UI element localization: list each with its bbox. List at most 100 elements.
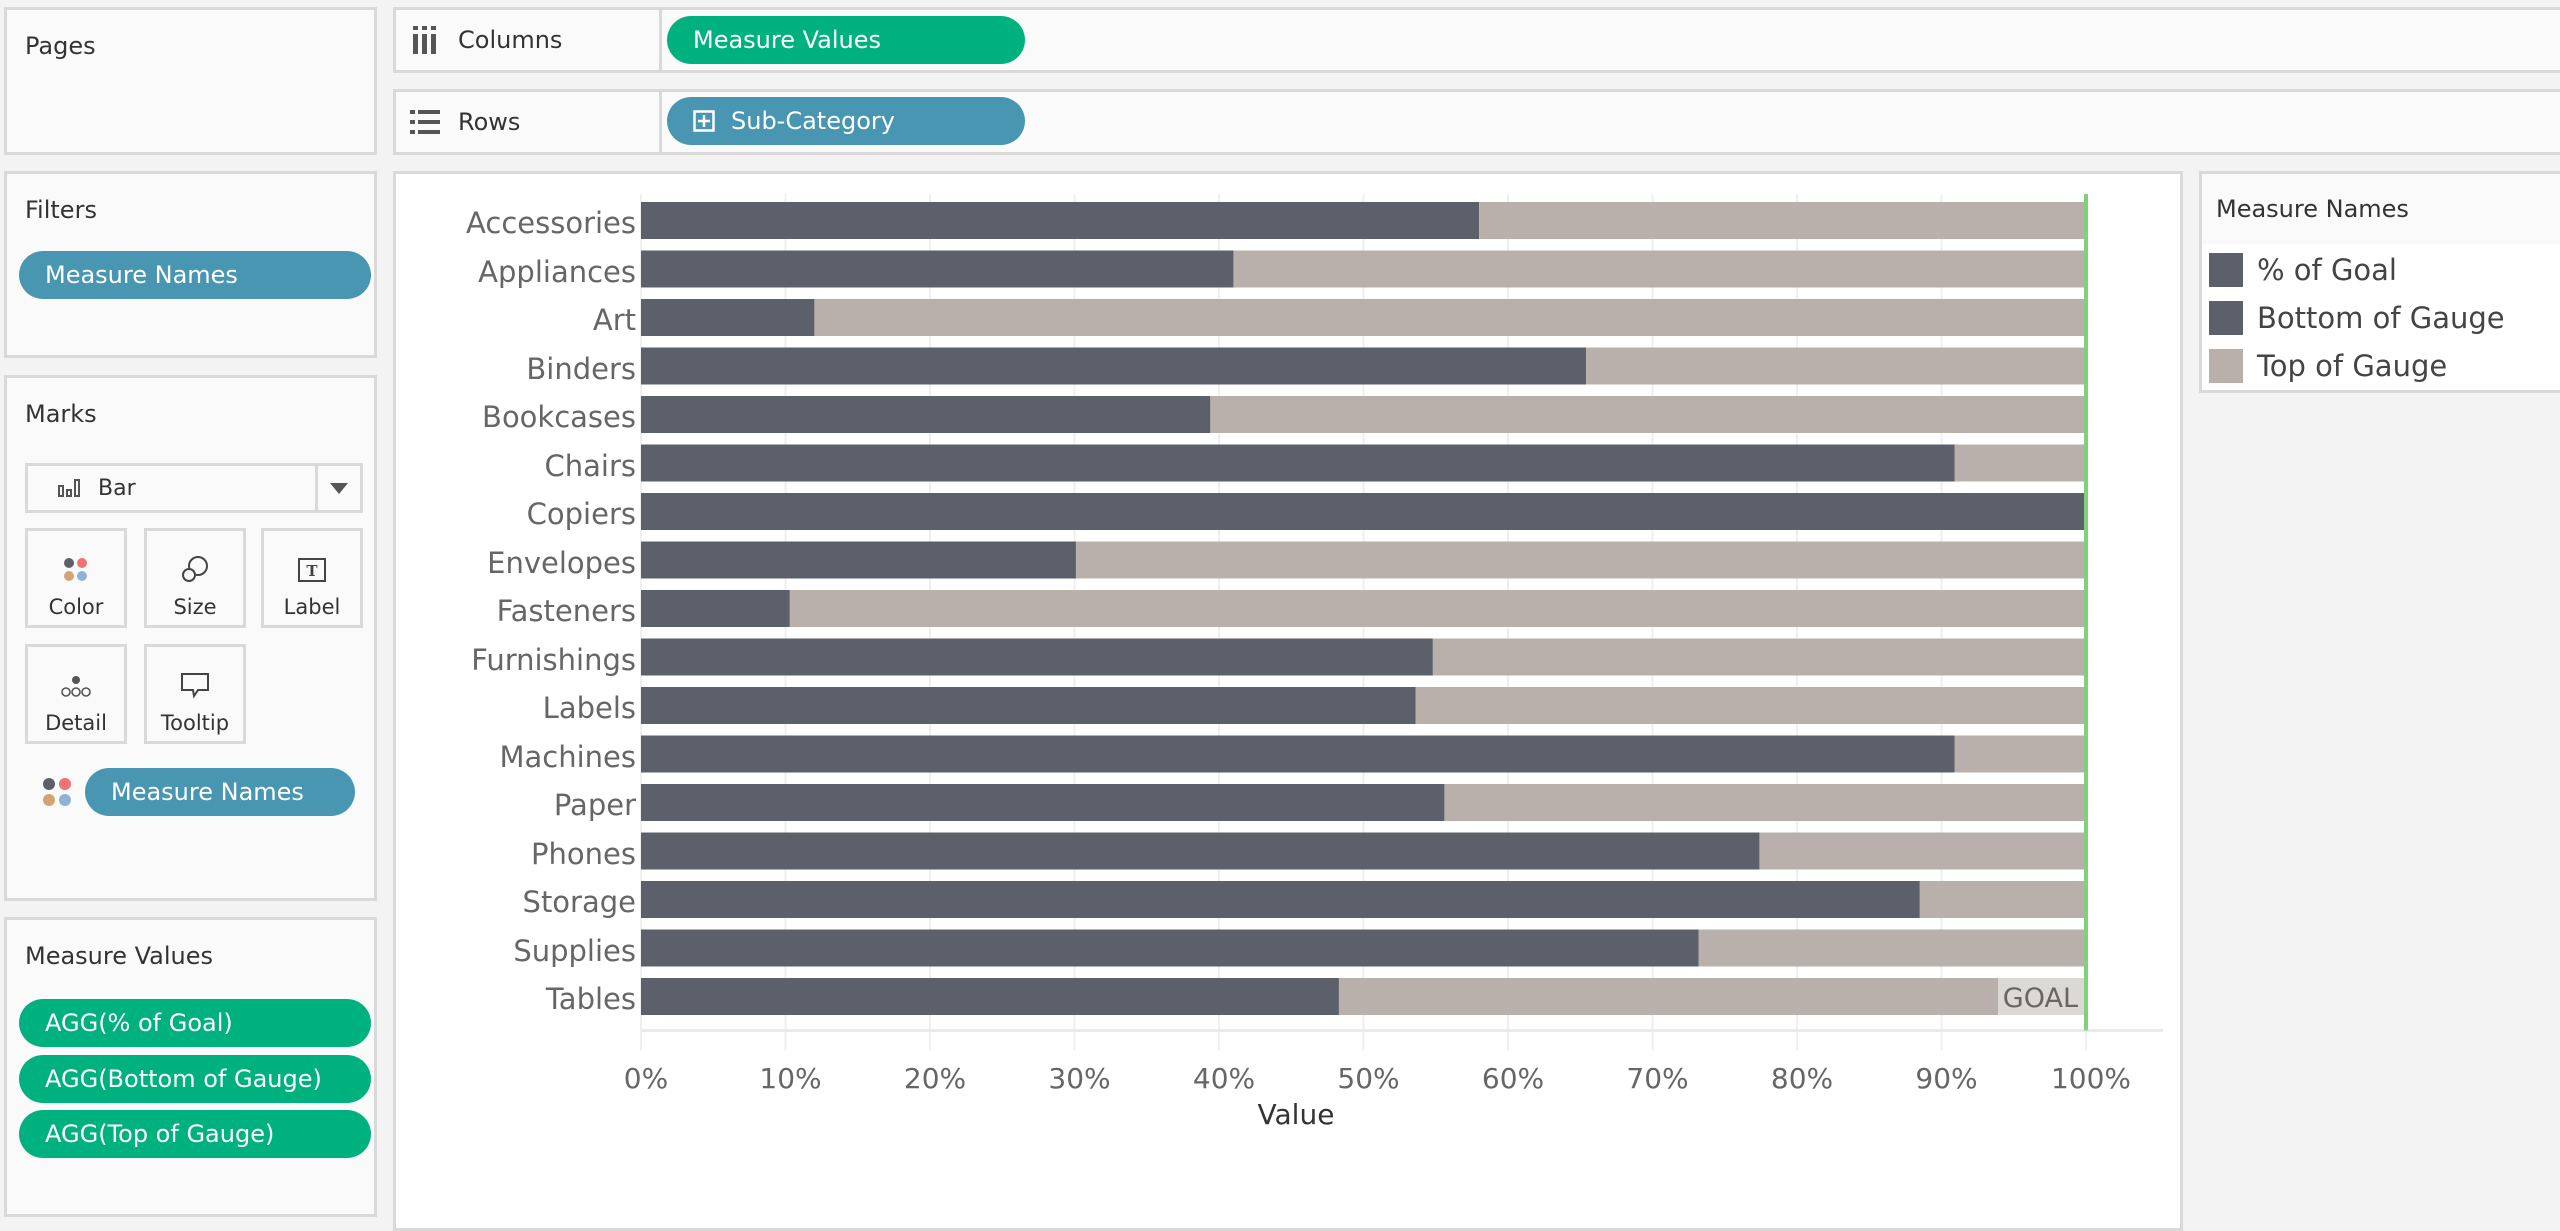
bar-pct-of-goal[interactable] [641,638,1433,676]
x-tick-label: 60% [1481,1061,1545,1095]
bar-top-of-gauge[interactable] [1415,687,2086,724]
bar-pct-of-goal[interactable] [641,444,1955,482]
rows-shelf-label: Rows [396,92,662,152]
category-label[interactable]: Phones [396,837,636,871]
category-label[interactable]: Bookcases [396,400,636,434]
bar-top-of-gauge[interactable] [1432,638,2086,676]
bar-top-of-gauge[interactable] [1919,881,2086,918]
bar-top-of-gauge[interactable] [1586,347,2086,385]
bar-top-of-gauge[interactable] [1075,541,2086,579]
dropdown-caret[interactable] [315,466,360,510]
bar-pct-of-goal[interactable] [641,978,1339,1015]
bar-pct-of-goal[interactable] [641,396,1211,433]
measure-pill-bottom-of-gauge[interactable]: AGG(Bottom of Gauge) [19,1055,371,1103]
category-label[interactable]: Appliances [396,255,636,289]
legend-swatch [2209,253,2243,287]
category-label[interactable]: Fasteners [396,594,636,628]
category-label[interactable]: Accessories [396,206,636,240]
marks-label-button[interactable]: T Label [261,528,363,628]
legend-item[interactable]: % of Goal [2202,246,2560,294]
measure-pill-pct-of-goal[interactable]: AGG(% of Goal) [19,999,371,1047]
bar-pct-of-goal[interactable] [641,202,1480,239]
category-label[interactable]: Furnishings [396,643,636,677]
bar-top-of-gauge[interactable] [1954,444,2086,482]
x-tick-label: 0% [623,1061,669,1095]
measure-pill-top-of-gauge[interactable]: AGG(Top of Gauge) [19,1110,371,1158]
bar-top-of-gauge[interactable] [789,590,2086,627]
category-label[interactable]: Supplies [396,934,636,968]
x-tick-label: 30% [1048,1061,1111,1095]
bar-pct-of-goal[interactable] [641,832,1760,870]
measure-values-panel: Measure Values AGG(% of Goal) AGG(Bottom… [4,917,377,1217]
bar-top-of-gauge[interactable] [814,299,2086,336]
category-label[interactable]: Labels [396,691,636,725]
legend-title: Measure Names [2202,174,2560,244]
bar-pct-of-goal[interactable] [641,590,790,627]
bar-pct-of-goal[interactable] [641,881,1920,918]
x-tick-label: 10% [759,1061,822,1095]
category-label[interactable]: Machines [396,740,636,774]
bar-top-of-gauge[interactable] [1210,396,2086,433]
bar-pct-of-goal[interactable] [641,299,815,336]
size-icon [182,556,208,582]
category-label[interactable]: Paper [396,788,636,822]
tooltip-label: Tooltip [160,711,230,735]
bar-top-of-gauge[interactable] [1233,250,2086,288]
bar-top-of-gauge[interactable] [1444,784,2086,821]
x-tick-label: 50% [1337,1061,1400,1095]
measure-values-title: Measure Values [25,942,214,970]
color-encoding-icon [41,776,73,812]
bar-pct-of-goal[interactable] [641,735,1955,773]
columns-shelf[interactable]: Columns Measure Values [393,7,2560,73]
bar-pct-of-goal[interactable] [641,541,1076,579]
marks-panel: Marks Bar Color Size T Label Detail Tool… [4,375,377,901]
bar-top-of-gauge[interactable] [1479,202,2086,239]
columns-pill-measure-values[interactable]: Measure Values [667,16,1025,64]
mark-type-dropdown[interactable]: Bar [25,463,363,513]
chart-pane[interactable]: GOAL Accessories Appliances Art Binders Book… [393,171,2183,1231]
category-label[interactable]: Storage [396,885,636,919]
category-label[interactable]: Art [396,303,636,337]
legend-item[interactable]: Bottom of Gauge [2202,294,2560,342]
expand-icon[interactable] [693,110,715,132]
color-icon [64,558,87,581]
filter-pill-measure-names[interactable]: Measure Names [19,251,371,299]
bar-pct-of-goal[interactable] [641,250,1234,288]
filters-title: Filters [25,196,97,224]
x-tick-label: 70% [1626,1061,1689,1095]
pages-title: Pages [25,32,96,60]
rows-shelf[interactable]: Rows Sub-Category [393,89,2560,155]
bar-pct-of-goal[interactable] [641,687,1416,724]
category-label[interactable]: Chairs [396,449,637,483]
bar-top-of-gauge[interactable] [1954,735,2086,773]
marks-color-button[interactable]: Color [25,528,127,628]
pages-panel[interactable]: Pages [4,7,377,155]
bar-pct-of-goal[interactable] [641,493,2086,530]
bar-pct-of-goal[interactable] [641,929,1699,967]
category-label[interactable]: Tables [396,982,636,1016]
x-tick-label: 80% [1770,1061,1834,1095]
bar-top-of-gauge[interactable] [1698,929,2086,967]
category-label[interactable]: Copiers [396,497,636,531]
x-tick-label: 20% [903,1061,967,1095]
bar-top-of-gauge[interactable] [1338,978,2086,1015]
filters-panel[interactable]: Filters Measure Names [4,171,377,358]
chevron-down-icon [330,482,348,494]
legend-label: Top of Gauge [2257,349,2448,383]
legend-swatch [2209,301,2243,335]
label-icon: T [298,558,326,582]
category-label[interactable]: Envelopes [396,546,636,580]
category-label[interactable]: Binders [396,352,636,386]
bar-top-of-gauge[interactable] [1759,832,2086,870]
bar-pct-of-goal[interactable] [641,347,1587,385]
legend-item[interactable]: Top of Gauge [2202,342,2560,390]
size-label: Size [173,595,217,619]
marks-size-button[interactable]: Size [144,528,246,628]
marks-detail-button[interactable]: Detail [25,644,127,744]
goal-label: GOAL [2003,983,2078,1014]
marks-tooltip-button[interactable]: Tooltip [144,644,246,744]
rows-pill-sub-category[interactable]: Sub-Category [667,97,1025,145]
bar-pct-of-goal[interactable] [641,784,1445,821]
color-pill-measure-names[interactable]: Measure Names [85,768,355,816]
tooltip-icon [181,673,209,699]
